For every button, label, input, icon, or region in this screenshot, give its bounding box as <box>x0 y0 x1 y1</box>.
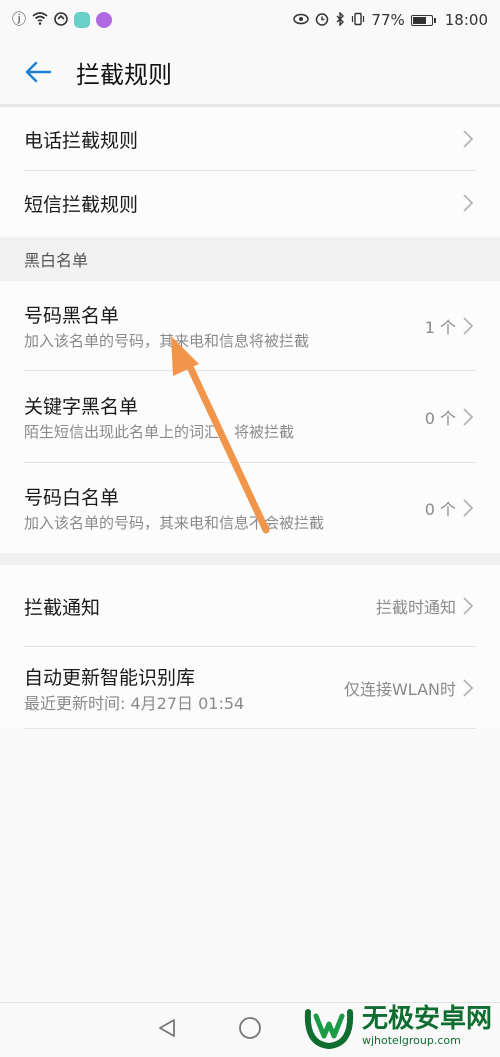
notify-title: 拦截通知 <box>24 596 101 619</box>
auto-update-text: 自动更新智能识别库 最近更新时间: 4月27日 01:54 <box>24 663 324 713</box>
clock: 18:00 <box>444 11 488 29</box>
nav-back-button[interactable] <box>156 1017 178 1043</box>
chevron-right-icon <box>463 499 474 517</box>
call-rules-row[interactable]: 电话拦截规则 <box>0 107 500 171</box>
page-title: 拦截规则 <box>76 60 172 89</box>
auto-update-row[interactable]: 自动更新智能识别库 最近更新时间: 4月27日 01:54 仅连接WLAN时 <box>0 647 500 729</box>
list-item-subtitle: 加入该名单的号码，其来电和信息不会被拦截 <box>24 514 325 532</box>
wifi-icon <box>32 12 48 28</box>
eye-icon <box>293 13 310 28</box>
call-rules-label: 电话拦截规则 <box>24 129 139 152</box>
chevron-right-icon <box>463 679 474 697</box>
list-item-count: 0 个 <box>424 409 456 428</box>
bluetooth-icon <box>335 10 345 29</box>
list-item-count: 0 个 <box>424 500 456 519</box>
chevron-right-icon <box>463 408 474 426</box>
list-item-title: 关键字黑名单 <box>24 396 139 418</box>
watermark-url: wjhotelgroup.com <box>361 1033 461 1047</box>
auto-update-value: 仅连接WLAN时 <box>343 680 456 699</box>
watermark: 无极安卓网 wjhotelgroup.com <box>302 998 492 1052</box>
rules-group: 电话拦截规则 短信拦截规则 <box>0 107 500 235</box>
watermark-text: 无极安卓网 wjhotelgroup.com <box>362 1004 492 1047</box>
auto-update-subtitle: 最近更新时间: 4月27日 01:54 <box>24 694 245 713</box>
list-item-text: 关键字黑名单 陌生短信出现此名单上的词汇，将被拦截 <box>24 392 324 442</box>
chevron-right-icon <box>463 194 474 212</box>
battery-fill <box>412 16 426 24</box>
back-arrow-icon <box>25 61 52 83</box>
watermark-logo-icon <box>304 1009 354 1050</box>
sms-rules-label: 短信拦截规则 <box>24 193 139 216</box>
status-bar: ⓙ 77% 18:00 <box>0 0 500 40</box>
chevron-right-icon <box>463 597 474 615</box>
app-badge-icon <box>74 12 90 28</box>
list-item-title: 号码白名单 <box>24 487 120 509</box>
circle-home-icon <box>239 1017 261 1039</box>
app-header: 拦截规则 <box>0 40 500 104</box>
status-right: 77% 18:00 <box>293 10 488 29</box>
notify-value: 拦截时通知 <box>375 598 456 617</box>
list-item-text: 号码白名单 加入该名单的号码，其来电和信息不会被拦截 <box>24 483 324 533</box>
list-item-number-whitelist[interactable]: 号码白名单 加入该名单的号码，其来电和信息不会被拦截 0 个 <box>0 463 500 553</box>
sms-rules-row[interactable]: 短信拦截规则 <box>0 171 500 235</box>
list-item-count: 1 个 <box>424 318 456 337</box>
chevron-right-icon <box>463 317 474 335</box>
list-item-subtitle: 陌生短信出现此名单上的词汇，将被拦截 <box>24 423 295 441</box>
triangle-back-icon <box>159 1019 175 1037</box>
list-item-title: 号码黑名单 <box>24 305 120 327</box>
alert-icon: ⓙ <box>12 12 26 28</box>
list-item-keyword-blacklist[interactable]: 关键字黑名单 陌生短信出现此名单上的词汇，将被拦截 0 个 <box>0 371 500 463</box>
auto-update-title: 自动更新智能识别库 <box>24 667 196 689</box>
battery-icon <box>410 14 436 26</box>
list-item-number-blacklist[interactable]: 号码黑名单 加入该名单的号码，其来电和信息将被拦截 1 个 <box>0 281 500 371</box>
battery-percent: 77% <box>371 11 405 29</box>
chevron-right-icon <box>463 130 474 148</box>
back-button[interactable] <box>18 52 58 92</box>
list-item-subtitle: 加入该名单的号码，其来电和信息将被拦截 <box>24 332 310 350</box>
section-gap <box>0 553 500 565</box>
app-icon <box>96 12 112 28</box>
row-divider <box>24 728 476 729</box>
settings-group: 拦截通知 拦截时通知 自动更新智能识别库 最近更新时间: 4月27日 01:54… <box>0 565 500 729</box>
nav-home-button[interactable] <box>238 1016 262 1044</box>
sync-icon <box>54 11 68 29</box>
watermark-title: 无极安卓网 <box>361 1003 492 1034</box>
lists-group: 号码黑名单 加入该名单的号码，其来电和信息将被拦截 1 个 关键字黑名单 陌生短… <box>0 281 500 553</box>
intercept-notify-row[interactable]: 拦截通知 拦截时通知 <box>0 565 500 647</box>
list-item-text: 号码黑名单 加入该名单的号码，其来电和信息将被拦截 <box>24 301 324 351</box>
vibrate-icon <box>351 12 365 29</box>
status-left: ⓙ <box>12 11 112 29</box>
alarm-icon <box>315 12 329 29</box>
section-heading: 黑白名单 <box>0 237 500 281</box>
